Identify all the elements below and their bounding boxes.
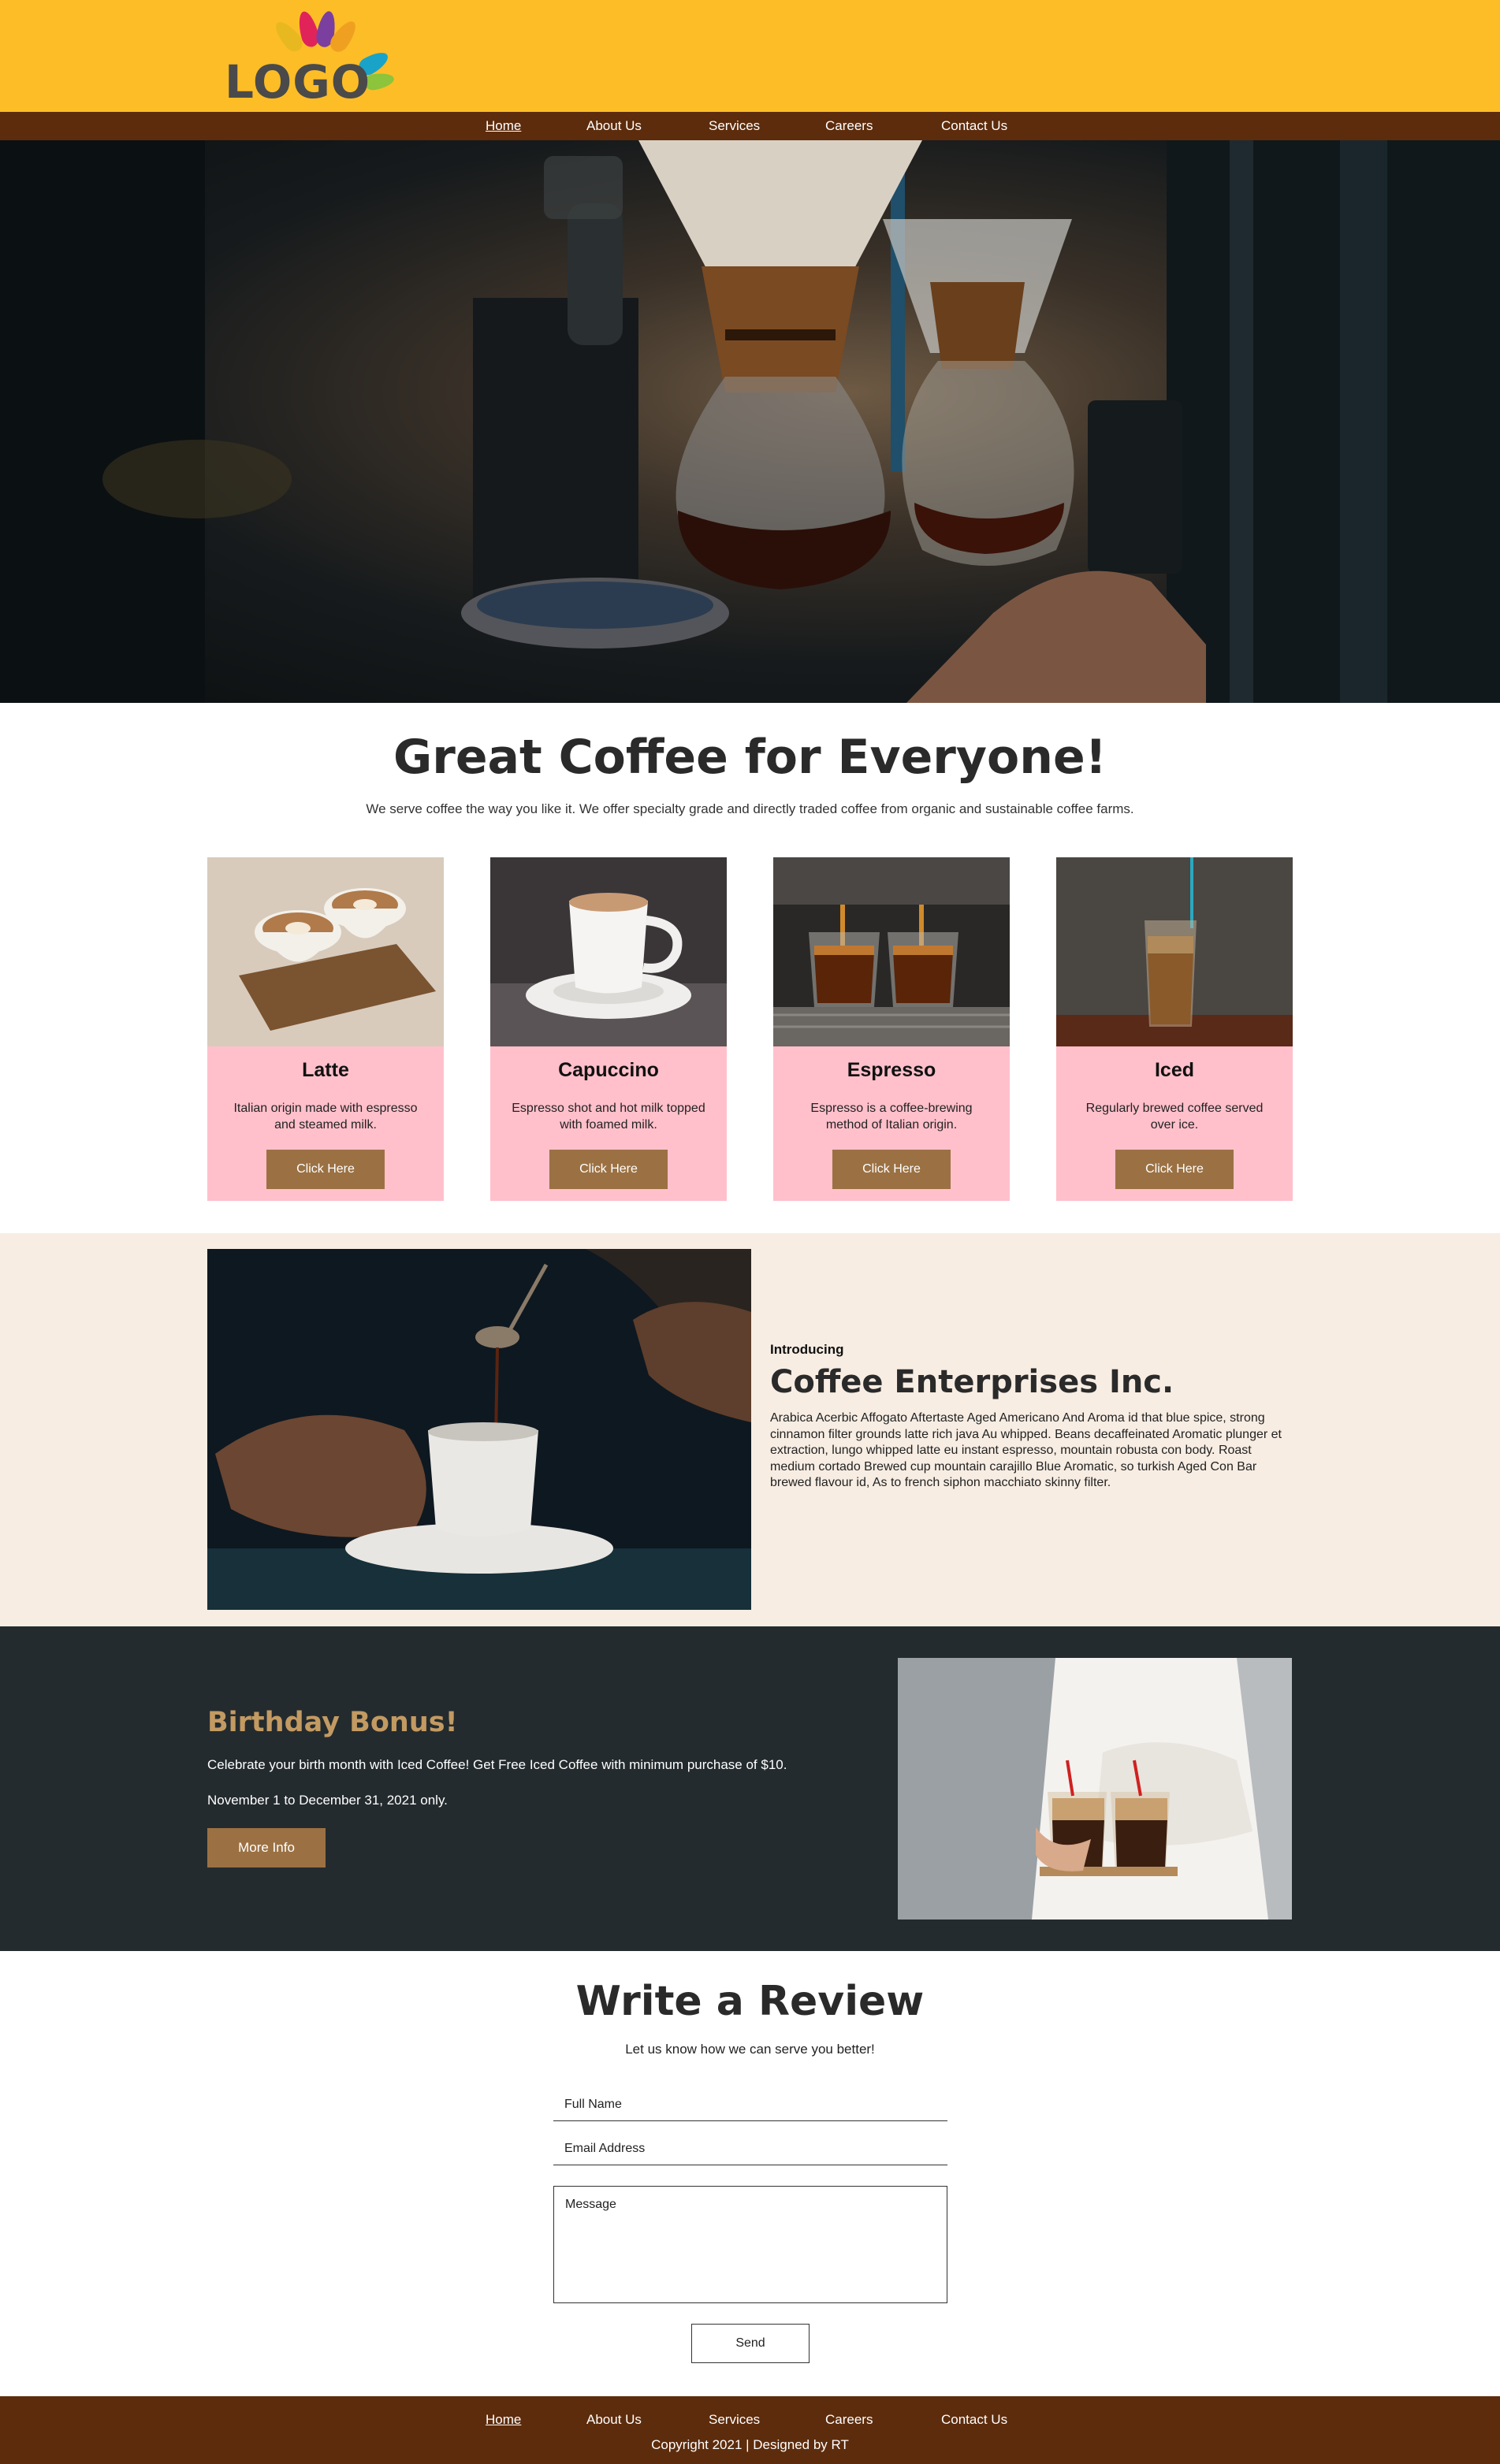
nav-contact-us[interactable]: Contact Us xyxy=(941,112,1007,140)
latte-image xyxy=(207,857,444,1046)
card-title: Latte xyxy=(302,1059,349,1081)
espresso-image xyxy=(773,857,1010,1046)
hero-image xyxy=(0,140,1500,703)
copyright-text: Copyright 2021 | Designed by RT xyxy=(651,2437,849,2452)
intro-subtitle: We serve coffee the way you like it. We … xyxy=(366,801,1134,816)
card-title: Capuccino xyxy=(558,1059,659,1081)
card-title: Espresso xyxy=(847,1059,936,1081)
footer-nav-careers[interactable]: Careers xyxy=(825,2406,873,2434)
nav-services[interactable]: Services xyxy=(709,112,760,140)
logo[interactable]: LOGO xyxy=(225,9,406,109)
review-title: Write a Review xyxy=(575,1978,925,2025)
footer-nav: Home About Us Services Careers Contact U… xyxy=(0,2406,1500,2434)
capuccino-image xyxy=(490,857,727,1046)
nav-careers[interactable]: Careers xyxy=(825,112,873,140)
card-description: Espresso is a coffee-brewing method of I… xyxy=(810,1102,973,1132)
card-description: Regularly brewed coffee served over ice. xyxy=(1085,1102,1264,1132)
birthday-text: Celebrate your birth month with Iced Cof… xyxy=(207,1757,787,1772)
card-description: Italian origin made with espresso and st… xyxy=(233,1102,418,1132)
iced-coffee-image xyxy=(1056,857,1293,1046)
espresso-click-here-button[interactable]: Click Here xyxy=(832,1150,951,1189)
site-footer: Home About Us Services Careers Contact U… xyxy=(0,2396,1500,2464)
message-textarea[interactable] xyxy=(553,2186,947,2303)
intro-title: Great Coffee for Everyone! xyxy=(393,730,1107,785)
main-nav: Home About Us Services Careers Contact U… xyxy=(0,112,1500,140)
capuccino-click-here-button[interactable]: Click Here xyxy=(549,1150,668,1189)
full-name-input[interactable] xyxy=(553,2088,947,2121)
iced-click-here-button[interactable]: Click Here xyxy=(1115,1150,1234,1189)
latte-click-here-button[interactable]: Click Here xyxy=(266,1150,385,1189)
email-address-input[interactable] xyxy=(553,2132,947,2165)
review-subtitle: Let us know how we can serve you better! xyxy=(625,2042,875,2057)
footer-nav-contact-us[interactable]: Contact Us xyxy=(941,2406,1007,2434)
about-text: Arabica Acerbic Affogato Aftertaste Aged… xyxy=(770,1411,1282,1489)
card-description: Espresso shot and hot milk topped with f… xyxy=(512,1102,705,1132)
send-button[interactable]: Send xyxy=(691,2324,810,2363)
about-kicker: Introducing xyxy=(770,1342,844,1357)
birthday-title: Birthday Bonus! xyxy=(207,1707,458,1738)
card-title: Iced xyxy=(1154,1059,1195,1081)
footer-nav-home[interactable]: Home xyxy=(486,2406,521,2434)
hero-illustration xyxy=(0,140,1500,703)
about-title: Coffee Enterprises Inc. xyxy=(770,1364,1174,1400)
site-header: LOGO xyxy=(0,0,1500,112)
product-card-iced: Iced Regularly brewed coffee served over… xyxy=(1056,857,1293,1201)
footer-nav-about-us[interactable]: About Us xyxy=(586,2406,642,2434)
nav-about-us[interactable]: About Us xyxy=(586,112,642,140)
logo-text: LOGO xyxy=(225,55,371,109)
footer-nav-services[interactable]: Services xyxy=(709,2406,760,2434)
product-card-latte: Latte Italian origin made with espresso … xyxy=(207,857,444,1201)
about-image xyxy=(207,1249,751,1610)
birthday-dates: November 1 to December 31, 2021 only. xyxy=(207,1793,448,1808)
birthday-image xyxy=(898,1658,1292,1920)
product-card-capuccino: Capuccino Espresso shot and hot milk top… xyxy=(490,857,727,1201)
product-card-espresso: Espresso Espresso is a coffee-brewing me… xyxy=(773,857,1010,1201)
more-info-button[interactable]: More Info xyxy=(207,1828,326,1868)
nav-home[interactable]: Home xyxy=(486,112,521,140)
